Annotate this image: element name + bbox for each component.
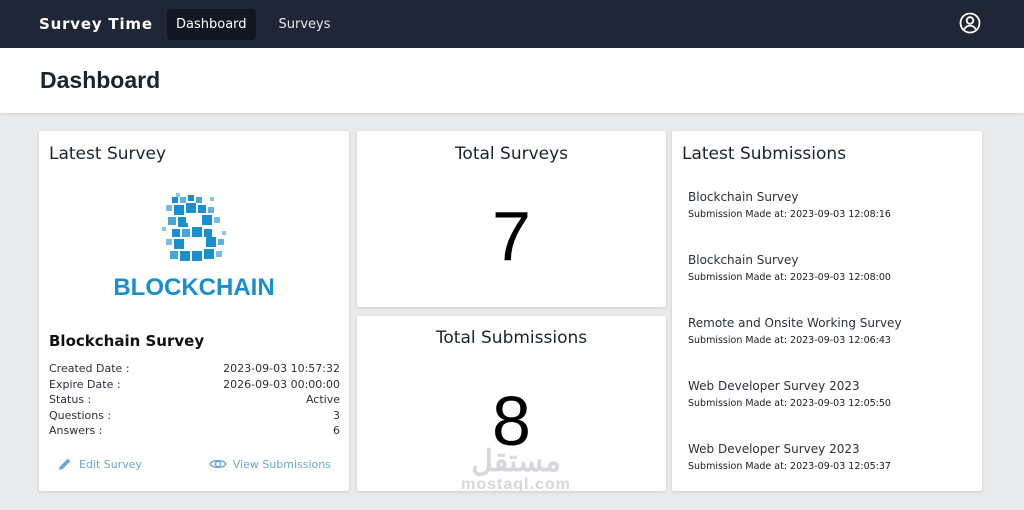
- submission-time: Submission Made at: 2023-09-03 12:08:00: [688, 272, 891, 283]
- list-item[interactable]: Blockchain Survey Submission Made at: 20…: [688, 252, 968, 315]
- eye-icon: [208, 459, 227, 469]
- info-value: 3: [333, 408, 340, 422]
- info-value: 6: [333, 424, 340, 438]
- total-surveys-count: 7: [492, 197, 531, 275]
- list-item[interactable]: Web Developer Survey 2023 Submission Mad…: [688, 378, 968, 441]
- info-row-status: Status : Active: [49, 392, 340, 408]
- edit-survey-button[interactable]: Edit Survey: [57, 456, 142, 472]
- submission-time: Submission Made at: 2023-09-03 12:05:50: [688, 398, 891, 409]
- list-item[interactable]: Web Developer Survey 2023 Submission Mad…: [688, 441, 968, 504]
- nav-link-surveys[interactable]: Surveys: [270, 9, 340, 40]
- submission-survey-name: Web Developer Survey 2023: [688, 379, 860, 393]
- info-label: Created Date :: [49, 362, 130, 375]
- page-title: Dashboard: [40, 67, 161, 93]
- list-item[interactable]: Blockchain Survey Submission Made at: 20…: [688, 189, 968, 252]
- pencil-icon: [59, 458, 71, 470]
- blockchain-logo-icon: BLOCKCHAIN: [113, 193, 275, 301]
- survey-image: BLOCKCHAIN: [106, 193, 282, 301]
- total-surveys-title: Total Surveys: [454, 144, 569, 164]
- latest-survey-card: Latest Survey BLOCKCHAIN Blockchain Surv…: [39, 131, 349, 491]
- top-navbar: Survey Time Dashboard Surveys: [0, 0, 1024, 48]
- view-submissions-label: View Submissions: [232, 457, 331, 471]
- dashboard-grid: Latest Survey BLOCKCHAIN Blockchain Surv…: [39, 131, 982, 494]
- info-label: Expire Date :: [49, 377, 121, 391]
- info-row-questions: Questions : 3: [49, 408, 340, 424]
- user-circle-icon[interactable]: [959, 12, 981, 34]
- info-label: Status :: [49, 393, 92, 407]
- info-value: 2026-09-03 00:00:00: [223, 377, 340, 391]
- info-label: Answers :: [49, 424, 103, 438]
- total-submissions-card: Total Submissions 8 مستقل mostaql.com: [357, 316, 666, 494]
- total-submissions-title: Total Submissions: [435, 328, 588, 348]
- edit-survey-label: Edit Survey: [79, 457, 143, 471]
- survey-name: Blockchain Survey: [49, 332, 205, 350]
- info-value: Active: [305, 393, 340, 407]
- logo-text: BLOCKCHAIN: [113, 274, 274, 301]
- info-row-answers: Answers : 6: [49, 423, 340, 439]
- submission-survey-name: Blockchain Survey: [688, 190, 799, 204]
- watermark: مستقل mostaql.com: [451, 445, 581, 494]
- info-row-expire: Expire Date : 2026-09-03 00:00:00: [49, 377, 340, 393]
- nav-link-dashboard[interactable]: Dashboard: [167, 8, 256, 40]
- page-header: Dashboard: [0, 48, 1024, 113]
- submission-time: Submission Made at: 2023-09-03 12:08:16: [688, 209, 891, 220]
- info-label: Questions :: [49, 408, 112, 422]
- view-submissions-button[interactable]: View Submissions: [208, 456, 331, 472]
- total-surveys-card: Total Surveys 7: [357, 131, 666, 307]
- submission-time: Submission Made at: 2023-09-03 12:06:43: [688, 335, 891, 346]
- watermark-latin: mostaql.com: [461, 476, 571, 493]
- info-row-created: Created Date : 2023-09-03 10:57:32: [49, 361, 340, 377]
- submission-survey-name: Web Developer Survey 2023: [688, 442, 860, 456]
- list-item[interactable]: Remote and Onsite Working Survey Submiss…: [688, 315, 968, 378]
- submission-survey-name: Blockchain Survey: [688, 253, 799, 267]
- watermark-arabic: مستقل: [471, 445, 561, 478]
- brand-logo[interactable]: Survey Time: [39, 15, 167, 33]
- info-value: 2023-09-03 10:57:32: [223, 362, 340, 375]
- latest-survey-title: Latest Survey: [49, 144, 167, 164]
- survey-actions: Edit Survey View Submissions: [57, 456, 331, 472]
- submissions-list: Blockchain Survey Submission Made at: 20…: [688, 189, 968, 504]
- survey-info: Created Date : 2023-09-03 10:57:32 Expir…: [49, 361, 340, 439]
- latest-submissions-card: Latest Submissions Blockchain Survey Sub…: [672, 131, 982, 491]
- latest-submissions-title: Latest Submissions: [682, 144, 847, 164]
- submission-time: Submission Made at: 2023-09-03 12:05:37: [688, 461, 891, 472]
- submission-survey-name: Remote and Onsite Working Survey: [688, 316, 902, 330]
